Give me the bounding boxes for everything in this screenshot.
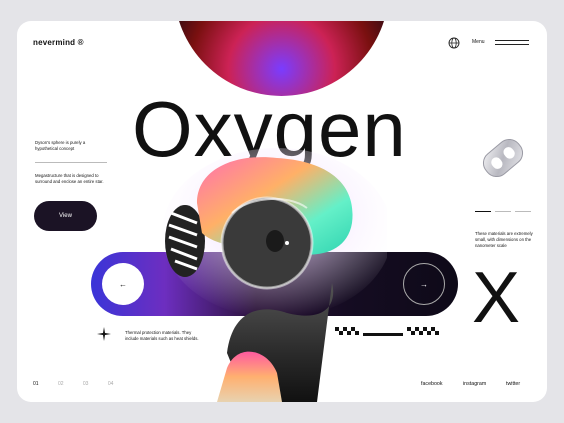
progress-lines <box>475 211 531 212</box>
twitter-link[interactable]: twitter <box>506 381 520 387</box>
chain-link-image <box>482 138 524 178</box>
next-button[interactable]: → <box>403 263 445 305</box>
description-text: Megastructure that is designed to surrou… <box>35 173 104 184</box>
facebook-link[interactable]: facebook <box>421 381 443 387</box>
menu-label[interactable]: Menu <box>472 39 485 45</box>
thermal-caption: Thermal protection materials. They inclu… <box>125 330 199 341</box>
materials-caption: These materials are extremely small, wit… <box>475 231 533 248</box>
hero-figure-image <box>162 148 387 402</box>
globe-icon[interactable] <box>448 37 460 49</box>
view-button[interactable]: View <box>34 201 97 231</box>
page-card: nevermind ® Menu Oxygen Dyson's sphere i… <box>17 21 547 402</box>
page-4[interactable]: 04 <box>108 381 114 387</box>
pagination: 01 02 03 04 <box>33 381 131 387</box>
page-2[interactable]: 02 <box>58 381 64 387</box>
prev-button[interactable]: ← <box>102 263 144 305</box>
checker-pattern <box>335 327 439 336</box>
page-1[interactable]: 01 <box>33 381 39 387</box>
instagram-link[interactable]: instagram <box>463 381 486 387</box>
menu-icon[interactable] <box>495 40 529 46</box>
brand-logo[interactable]: nevermind ® <box>33 38 84 47</box>
divider <box>35 162 107 163</box>
intro-text: Dyson's sphere is purely a hypothetical … <box>35 140 86 151</box>
sparkle-icon <box>97 327 111 341</box>
big-letter-x: X <box>472 258 521 338</box>
page-3[interactable]: 03 <box>83 381 89 387</box>
